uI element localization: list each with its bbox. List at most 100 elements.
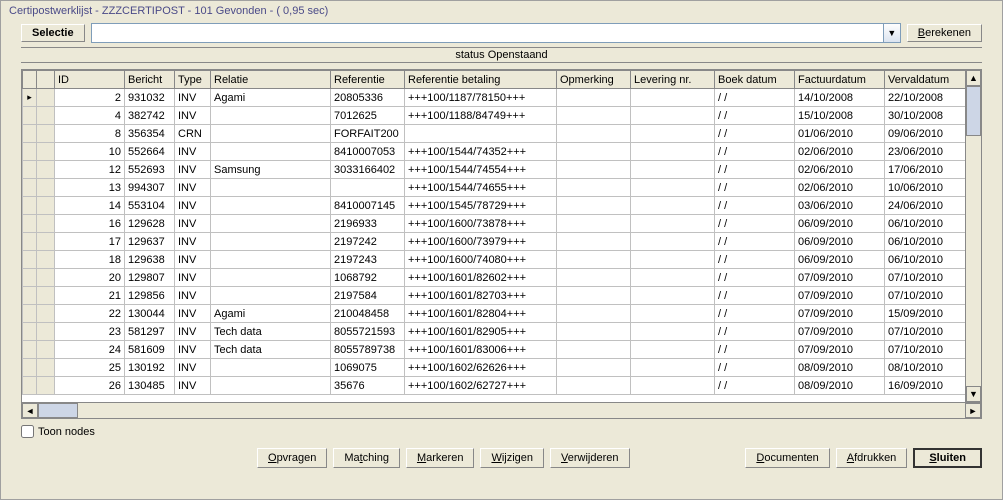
row-indicator[interactable] <box>23 341 37 359</box>
cell-boek[interactable]: / / <box>715 341 795 359</box>
row-header-cell[interactable] <box>37 233 55 251</box>
row-header[interactable] <box>37 71 55 89</box>
cell-fact[interactable]: 08/09/2010 <box>795 359 885 377</box>
cell-fact[interactable]: 07/09/2010 <box>795 287 885 305</box>
cell-type[interactable]: INV <box>175 89 211 107</box>
row-indicator[interactable] <box>23 143 37 161</box>
cell-boek[interactable]: / / <box>715 287 795 305</box>
cell-refbetaling[interactable]: +++100/1544/74655+++ <box>405 179 557 197</box>
cell-verv[interactable]: 07/10/2010 <box>885 323 969 341</box>
cell-bericht[interactable]: 552693 <box>125 161 175 179</box>
cell-relatie[interactable] <box>211 377 331 395</box>
markeren-button[interactable]: Markeren <box>406 448 474 468</box>
table-row[interactable]: 26130485INV35676+++100/1602/62727+++/ /0… <box>23 377 982 395</box>
cell-relatie[interactable]: Agami <box>211 305 331 323</box>
cell-id[interactable]: 23 <box>55 323 125 341</box>
cell-levering[interactable] <box>631 287 715 305</box>
cell-boek[interactable]: / / <box>715 179 795 197</box>
cell-boek[interactable]: / / <box>715 107 795 125</box>
cell-levering[interactable] <box>631 233 715 251</box>
row-header-cell[interactable] <box>37 143 55 161</box>
cell-bericht[interactable]: 129856 <box>125 287 175 305</box>
table-row[interactable]: 4382742INV7012625+++100/1188/84749+++/ /… <box>23 107 982 125</box>
cell-refbetaling[interactable]: +++100/1600/73979+++ <box>405 233 557 251</box>
cell-refbetaling[interactable]: +++100/1187/78150+++ <box>405 89 557 107</box>
cell-id[interactable]: 16 <box>55 215 125 233</box>
cell-fact[interactable]: 06/09/2010 <box>795 251 885 269</box>
cell-type[interactable]: INV <box>175 377 211 395</box>
cell-relatie[interactable] <box>211 287 331 305</box>
cell-refbetaling[interactable]: +++100/1601/82804+++ <box>405 305 557 323</box>
row-header-cell[interactable] <box>37 89 55 107</box>
cell-relatie[interactable] <box>211 251 331 269</box>
verwijderen-button[interactable]: Verwijderen <box>550 448 629 468</box>
documenten-button[interactable]: Documenten <box>745 448 829 468</box>
table-row[interactable]: 18129638INV2197243+++100/1600/74080+++/ … <box>23 251 982 269</box>
cell-verv[interactable]: 07/10/2010 <box>885 287 969 305</box>
cell-verv[interactable]: 22/10/2008 <box>885 89 969 107</box>
cell-levering[interactable] <box>631 107 715 125</box>
cell-relatie[interactable]: Agami <box>211 89 331 107</box>
cell-relatie[interactable] <box>211 215 331 233</box>
cell-opmerking[interactable] <box>557 143 631 161</box>
cell-bericht[interactable]: 581609 <box>125 341 175 359</box>
cell-boek[interactable]: / / <box>715 251 795 269</box>
row-indicator[interactable] <box>23 269 37 287</box>
cell-referentie[interactable]: 35676 <box>331 377 405 395</box>
cell-opmerking[interactable] <box>557 305 631 323</box>
cell-levering[interactable] <box>631 269 715 287</box>
cell-bericht[interactable]: 130044 <box>125 305 175 323</box>
selectie-button[interactable]: Selectie <box>21 24 85 42</box>
cell-referentie[interactable]: 8410007145 <box>331 197 405 215</box>
cell-referentie[interactable]: 8410007053 <box>331 143 405 161</box>
cell-id[interactable]: 20 <box>55 269 125 287</box>
col-levering[interactable]: Levering nr. <box>631 71 715 89</box>
scroll-left-icon[interactable]: ◄ <box>22 403 38 418</box>
scroll-up-icon[interactable]: ▲ <box>966 70 981 86</box>
row-indicator[interactable] <box>23 107 37 125</box>
row-header-cell[interactable] <box>37 287 55 305</box>
cell-referentie[interactable]: 1068792 <box>331 269 405 287</box>
cell-id[interactable]: 25 <box>55 359 125 377</box>
cell-type[interactable]: INV <box>175 179 211 197</box>
cell-verv[interactable]: 07/10/2010 <box>885 341 969 359</box>
table-row[interactable]: 25130192INV1069075+++100/1602/62626+++/ … <box>23 359 982 377</box>
cell-refbetaling[interactable]: +++100/1600/73878+++ <box>405 215 557 233</box>
cell-id[interactable]: 12 <box>55 161 125 179</box>
cell-id[interactable]: 8 <box>55 125 125 143</box>
cell-refbetaling[interactable]: +++100/1544/74352+++ <box>405 143 557 161</box>
cell-bericht[interactable]: 553104 <box>125 197 175 215</box>
cell-levering[interactable] <box>631 179 715 197</box>
table-row[interactable]: 8356354CRNFORFAIT200/ /01/06/201009/06/2… <box>23 125 982 143</box>
cell-id[interactable]: 18 <box>55 251 125 269</box>
cell-boek[interactable]: / / <box>715 125 795 143</box>
cell-verv[interactable]: 06/10/2010 <box>885 233 969 251</box>
row-indicator[interactable] <box>23 233 37 251</box>
cell-relatie[interactable] <box>211 107 331 125</box>
row-indicator[interactable] <box>23 305 37 323</box>
row-header-cell[interactable] <box>37 323 55 341</box>
row-indicator[interactable] <box>23 377 37 395</box>
cell-type[interactable]: INV <box>175 323 211 341</box>
cell-refbetaling[interactable]: +++100/1601/83006+++ <box>405 341 557 359</box>
cell-verv[interactable]: 06/10/2010 <box>885 215 969 233</box>
cell-verv[interactable]: 08/10/2010 <box>885 359 969 377</box>
cell-relatie[interactable] <box>211 197 331 215</box>
cell-boek[interactable]: / / <box>715 377 795 395</box>
row-header-cell[interactable] <box>37 197 55 215</box>
cell-opmerking[interactable] <box>557 215 631 233</box>
cell-boek[interactable]: / / <box>715 161 795 179</box>
cell-fact[interactable]: 03/06/2010 <box>795 197 885 215</box>
table-row[interactable]: 22130044INVAgami210048458+++100/1601/828… <box>23 305 982 323</box>
cell-verv[interactable]: 24/06/2010 <box>885 197 969 215</box>
cell-bericht[interactable]: 356354 <box>125 125 175 143</box>
cell-type[interactable]: CRN <box>175 125 211 143</box>
cell-boek[interactable]: / / <box>715 305 795 323</box>
cell-bericht[interactable]: 129628 <box>125 215 175 233</box>
cell-refbetaling[interactable]: +++100/1601/82905+++ <box>405 323 557 341</box>
cell-relatie[interactable]: Tech data <box>211 323 331 341</box>
cell-id[interactable]: 21 <box>55 287 125 305</box>
cell-type[interactable]: INV <box>175 359 211 377</box>
cell-type[interactable]: INV <box>175 305 211 323</box>
cell-id[interactable]: 26 <box>55 377 125 395</box>
